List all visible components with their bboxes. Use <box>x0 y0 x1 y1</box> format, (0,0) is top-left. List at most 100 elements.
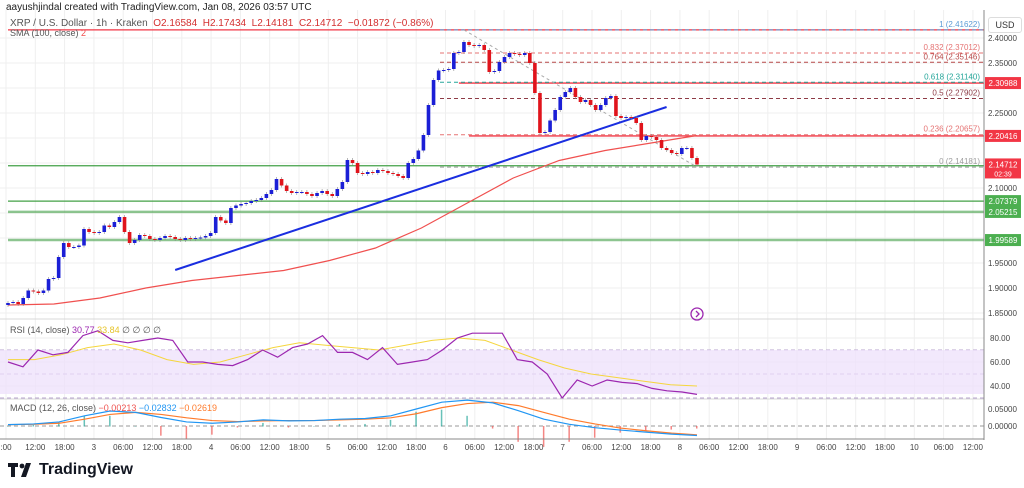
replay-icon[interactable] <box>690 307 704 321</box>
candle-down <box>218 217 223 221</box>
macd-histogram-bar <box>313 426 315 427</box>
candle-up <box>598 105 603 110</box>
sma-legend[interactable]: SMA (100, close) 2 <box>10 28 86 38</box>
candle-down <box>517 54 522 55</box>
macd-signal-value: −0.02619 <box>179 403 217 413</box>
time-tick-label: 12:00 <box>728 443 749 452</box>
candle-up <box>583 100 588 102</box>
candle-up <box>685 148 689 149</box>
candle-down <box>16 302 20 304</box>
price-tick-label: 1.90000 <box>988 284 1017 293</box>
candle-up <box>644 136 649 140</box>
fib-level-label: 0.764 (2.35146) <box>924 52 981 61</box>
candle-up <box>406 163 411 178</box>
rsi-tick-label: 60.00 <box>990 358 1011 367</box>
candle-down <box>391 173 395 174</box>
macd-histogram-bar <box>7 426 9 427</box>
time-tick-label: 3 <box>92 443 97 452</box>
candle-up <box>117 217 122 222</box>
candle-up <box>82 229 86 246</box>
candle-up <box>568 88 573 92</box>
time-tick-label: 12:00 <box>846 443 867 452</box>
price-chart[interactable]: 1 (2.41622) 0.832 (2.37012)0.764 (2.35146… <box>0 0 1024 488</box>
time-tick-label: 12:00 <box>377 443 398 452</box>
time-tick-label: 12:00 <box>260 443 281 452</box>
macd-histogram-bar <box>211 426 213 435</box>
fib-level-label: 0.832 (2.37012) <box>924 43 981 52</box>
price-axis[interactable]: 2.40000 2.35000 2.25000 2.10000 1.95000 1.900… <box>985 34 1021 431</box>
macd-histogram-bar <box>287 426 290 428</box>
time-tick-label: 18:00 <box>523 443 544 452</box>
macd-histogram-bar <box>670 426 672 430</box>
tradingview-logo[interactable]: TradingView <box>8 461 133 479</box>
time-tick-label: 06:00 <box>816 443 837 452</box>
candle-down <box>401 176 405 178</box>
candle-down <box>325 191 329 194</box>
candle-up <box>254 200 259 201</box>
time-tick-label: 12:00 <box>142 443 163 452</box>
macd-legend[interactable]: MACD (12, 26, close) −0.00213 −0.02832 −… <box>10 403 217 413</box>
fib-level-label: 1 (2.41622) <box>939 20 980 29</box>
fibonacci-retracement[interactable]: 1 (2.41622) 0.832 (2.37012)0.764 (2.35146… <box>440 20 984 168</box>
macd-histogram-bar <box>364 423 366 427</box>
candle-up <box>269 190 274 194</box>
time-tick-label: 18:00 <box>289 443 310 452</box>
candle-up <box>553 110 557 121</box>
price-tick-label: 2.40000 <box>988 34 1017 43</box>
candle-down <box>690 148 694 158</box>
candle-down <box>487 50 492 72</box>
candle-up <box>345 160 350 182</box>
candle-down <box>360 173 365 174</box>
rsi-extra: ∅ ∅ ∅ ∅ <box>122 325 162 335</box>
currency-button[interactable]: USD <box>988 17 1022 33</box>
candle-down <box>92 232 96 233</box>
rsi-legend[interactable]: RSI (14, close) 30.77 33.84 ∅ ∅ ∅ ∅ <box>10 325 161 336</box>
candle-down <box>619 116 623 118</box>
candle-down <box>695 158 699 165</box>
time-tick-label: 18:00 <box>172 443 193 452</box>
time-tick-label: 18:00 <box>875 443 896 452</box>
macd-histogram-bar <box>389 419 392 427</box>
rsi-value: 30.77 <box>72 325 95 335</box>
candle-down <box>482 45 487 50</box>
macd-tick-label: 0.05000 <box>988 405 1017 414</box>
candle-up <box>335 189 340 196</box>
candle-down <box>370 172 375 173</box>
macd-histogram-bar <box>236 426 239 428</box>
candle-up <box>132 240 137 243</box>
candle-up <box>208 233 213 236</box>
macd-histogram-bar <box>134 426 137 427</box>
candle-down <box>168 236 172 237</box>
candle-up <box>446 69 451 70</box>
candle-up <box>41 290 46 293</box>
candles <box>6 40 699 307</box>
candle-down <box>350 160 355 163</box>
candle-up <box>97 232 101 233</box>
macd-histogram-bar <box>696 426 698 429</box>
candle-down <box>330 194 335 196</box>
time-tick-label: 06:00 <box>465 443 486 452</box>
tradingview-logo-icon <box>8 463 31 477</box>
price-badge-label: 2.05215 <box>989 208 1018 217</box>
time-axis[interactable]: :00 12:00 18:00 3 06:00 12:00 18:00 4 06:00 12:00… <box>0 443 983 452</box>
time-tick-label: 10 <box>910 443 919 452</box>
candle-up <box>492 71 497 72</box>
candle-up <box>624 117 628 118</box>
time-tick-label: 12:00 <box>611 443 632 452</box>
candle-up <box>239 204 243 206</box>
candle-down <box>578 97 583 102</box>
open-value: O2.16584 <box>153 18 198 29</box>
candle-up <box>61 243 66 257</box>
candle-down <box>396 174 400 176</box>
price-badge-label: 2.20416 <box>989 132 1018 141</box>
time-tick-label: 18:00 <box>641 443 662 452</box>
candle-up <box>56 257 61 278</box>
candle-down <box>289 191 294 193</box>
macd-histogram-bar <box>644 426 647 431</box>
candle-down <box>284 185 289 191</box>
candle-up <box>457 52 461 53</box>
macd-histogram-bar <box>466 415 468 427</box>
sma-label: SMA (100, close) <box>10 28 79 38</box>
price-badge-label: 2.30988 <box>989 79 1018 88</box>
candle-up <box>477 45 481 46</box>
